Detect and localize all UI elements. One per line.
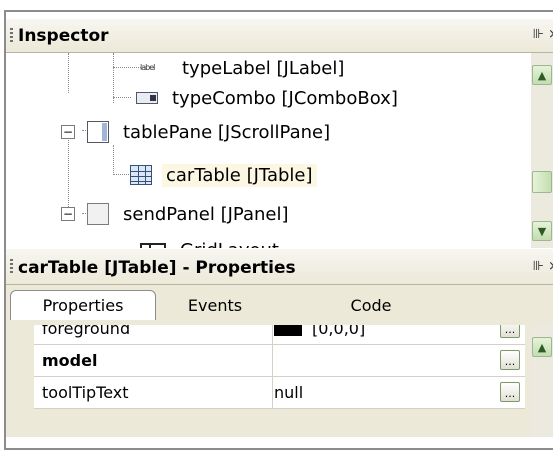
- tree-guide-line: [113, 145, 114, 175]
- properties-scrollbar[interactable]: ▲: [531, 325, 553, 437]
- tree-guide-line: [113, 97, 131, 98]
- ellipsis-button[interactable]: ...: [500, 350, 520, 370]
- properties-window-controls[interactable]: ⊪ ×: [533, 259, 553, 274]
- inspector-scrollbar[interactable]: ▲ ▼: [531, 53, 553, 248]
- label-icon: label: [140, 63, 155, 72]
- column-divider: [272, 377, 273, 408]
- tab-code[interactable]: Code: [326, 290, 416, 320]
- gridlayout-icon: [140, 243, 166, 248]
- property-row-model[interactable]: model ...: [34, 345, 525, 377]
- tree-guide-line: [113, 67, 141, 68]
- color-swatch: [274, 325, 302, 336]
- tree-node-label: sendPanel [JPanel]: [123, 203, 289, 225]
- panel-icon: [87, 203, 109, 225]
- properties-title: carTable [JTable] - Properties: [18, 258, 296, 278]
- tree-node-label: carTable [JTable]: [162, 163, 317, 187]
- scroll-down-icon[interactable]: ▼: [532, 221, 552, 241]
- ellipsis-button[interactable]: ...: [500, 382, 520, 402]
- inspector-tree[interactable]: label typeLabel [JLabel] typeCombo [JCom…: [6, 53, 519, 248]
- scroll-up-icon[interactable]: ▲: [532, 337, 552, 357]
- drag-grip-icon[interactable]: [10, 259, 13, 275]
- property-name: foreground: [42, 325, 131, 338]
- inspector-window-controls[interactable]: ⊪ ×: [533, 27, 553, 42]
- tree-node-typelabel[interactable]: label typeLabel [JLabel]: [140, 53, 348, 83]
- tree-node-label: typeCombo [JComboBox]: [172, 87, 398, 109]
- property-sheet: foreground [0,0,0] ... model ... toolTip…: [6, 325, 553, 437]
- property-value[interactable]: [0,0,0]: [274, 325, 365, 338]
- property-row-tooltiptext[interactable]: toolTipText null ...: [34, 377, 525, 409]
- scrollpane-icon: [87, 121, 109, 143]
- property-row-foreground[interactable]: foreground [0,0,0] ...: [34, 325, 525, 345]
- scroll-up-icon[interactable]: ▲: [532, 65, 552, 85]
- tree-node-tablepane[interactable]: − tablePane [JScrollPane]: [61, 117, 334, 147]
- property-name: model: [42, 351, 98, 370]
- tab-events[interactable]: Events: [170, 290, 260, 320]
- tree-node-label: tablePane [JScrollPane]: [123, 121, 331, 143]
- combobox-icon: [136, 92, 158, 104]
- tree-node-label: typeLabel [JLabel]: [182, 57, 345, 79]
- inspector-titlebar[interactable]: Inspector ⊪ ×: [6, 19, 553, 53]
- column-divider: [272, 345, 273, 376]
- ellipsis-button[interactable]: ...: [500, 325, 520, 338]
- collapse-toggle-icon[interactable]: −: [61, 207, 75, 221]
- tree-node-typecombo[interactable]: typeCombo [JComboBox]: [136, 83, 402, 113]
- tree-guide-line: [113, 174, 131, 175]
- collapse-toggle-icon[interactable]: −: [61, 125, 75, 139]
- scroll-thumb[interactable]: [532, 171, 552, 193]
- table-icon: [130, 165, 152, 185]
- property-name: toolTipText: [42, 383, 129, 402]
- tree-node-gridlayout[interactable]: GridLayout: [140, 235, 283, 248]
- column-divider: [272, 325, 273, 344]
- tree-guide-line: [68, 53, 69, 93]
- tree-node-label: GridLayout: [176, 239, 283, 249]
- properties-tabbar: Properties Events Code: [6, 285, 553, 325]
- tree-guide-line: [113, 53, 114, 103]
- inspector-title: Inspector: [18, 26, 109, 46]
- tab-properties[interactable]: Properties: [10, 290, 156, 320]
- drag-grip-icon[interactable]: [10, 28, 13, 44]
- property-value[interactable]: null: [274, 383, 303, 402]
- properties-titlebar[interactable]: carTable [JTable] - Properties ⊪ ×: [6, 249, 553, 285]
- property-value-text: [0,0,0]: [312, 325, 366, 338]
- window-frame: Inspector ⊪ × label typeLabel [JLabel] t…: [0, 0, 553, 450]
- tree-node-sendpanel[interactable]: − sendPanel [JPanel]: [61, 199, 292, 229]
- tree-node-cartable[interactable]: carTable [JTable]: [130, 160, 317, 190]
